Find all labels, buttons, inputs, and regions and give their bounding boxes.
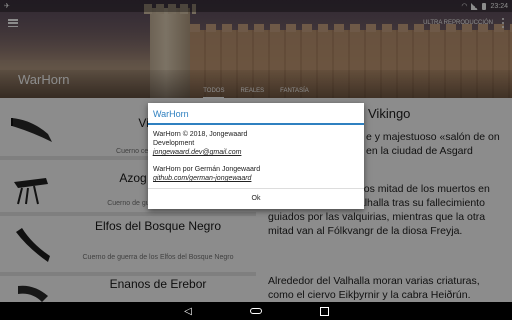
dialog-github-link[interactable]: github.com/german-jongewaard [153, 175, 251, 183]
dialog-development: Development [153, 140, 195, 147]
dialog-author: WarHorn por Germán Jongewaard [153, 166, 261, 173]
recent-apps-icon[interactable] [317, 306, 331, 316]
dialog-title-divider [148, 123, 364, 125]
home-icon[interactable] [249, 306, 263, 316]
dialog-title: WarHorn [153, 109, 189, 119]
back-icon[interactable]: ◁ [181, 306, 195, 317]
dialog-copyright: WarHorn © 2018, Jongewaard [153, 131, 248, 138]
dialog-email-link[interactable]: jongewaard.dev@gmail.com [153, 149, 241, 157]
dialog-divider [148, 188, 364, 189]
navigation-bar: ◁ [0, 302, 512, 320]
about-dialog: WarHorn WarHorn © 2018, Jongewaard Devel… [148, 103, 364, 209]
ok-button[interactable]: Ok [148, 190, 364, 208]
